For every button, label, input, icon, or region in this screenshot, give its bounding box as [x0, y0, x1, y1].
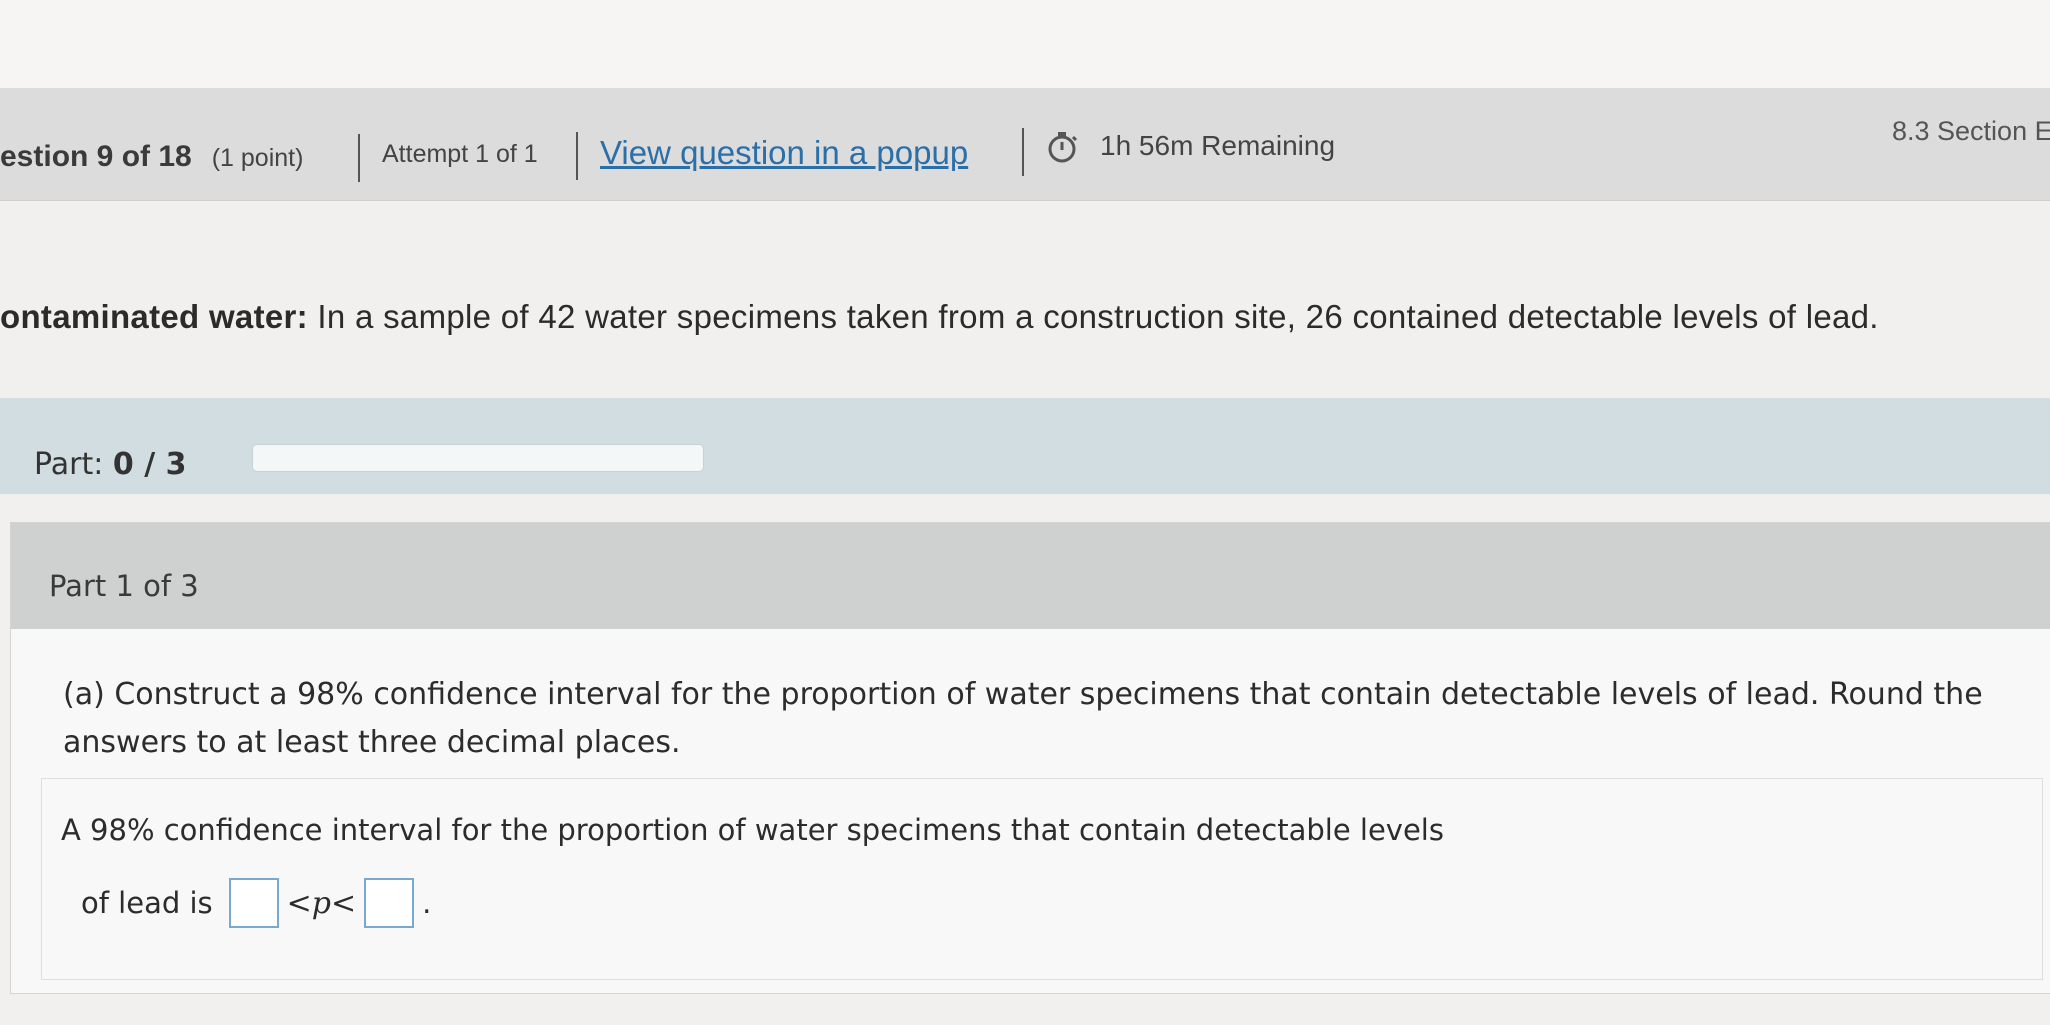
answer-prompt: A 98% confidence interval for the propor… [61, 813, 1444, 847]
question-text: (a) Construct a 98% confidence interval … [63, 677, 1983, 760]
part-card: Part 1 of 3 (a) Construct a 98% confiden… [10, 522, 2050, 994]
question-header-bar [0, 88, 2050, 201]
progress-track [252, 444, 704, 472]
problem-statement: ontaminated water: In a sample of 42 wat… [0, 298, 1879, 336]
part-header: Part 1 of 3 [11, 523, 2050, 629]
header-divider [358, 134, 360, 182]
attempt-label: Attempt 1 of 1 [382, 140, 538, 168]
lower-bound-input[interactable] [228, 878, 279, 928]
answer-prefix: of lead is [81, 886, 213, 920]
part-progress-label: Part: 0 / 3 [34, 447, 187, 482]
answer-row: of lead is <p< . [81, 878, 431, 928]
problem-text: In a sample of 42 water specimens taken … [317, 298, 1879, 335]
inequality: <p< [286, 885, 357, 921]
problem-title: ontaminated water: [0, 298, 308, 335]
header-divider [576, 132, 578, 180]
question-counter: estion 9 of 18 (1 point) [0, 140, 304, 173]
section-label: 8.3 Section E [1892, 116, 2050, 146]
header-divider [1022, 128, 1024, 176]
part-header-label: Part 1 of 3 [49, 569, 199, 603]
time-remaining: 1h 56m Remaining [1100, 130, 1336, 161]
upper-bound-input[interactable] [364, 878, 415, 928]
part-progress-value: 0 / 3 [112, 447, 187, 482]
points-label: (1 point) [211, 144, 304, 172]
variable-p: p [311, 885, 331, 921]
answer-suffix: . [422, 886, 432, 920]
top-strip [0, 0, 2050, 88]
stopwatch-icon [1048, 132, 1078, 163]
view-popup-link[interactable]: View question in a popup [600, 134, 968, 172]
